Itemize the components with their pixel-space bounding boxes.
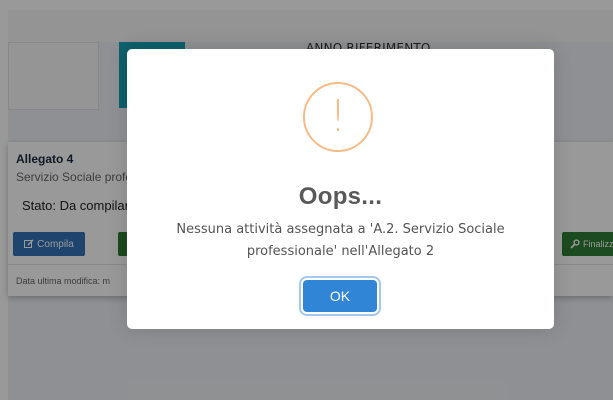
exclamation-icon: ! xyxy=(303,82,373,152)
alert-dialog: ! Oops... Nessuna attività assegnata a '… xyxy=(127,49,554,329)
dialog-title: Oops... xyxy=(298,183,383,210)
ok-button[interactable]: OK xyxy=(303,280,377,312)
dialog-message: Nessuna attività assegnata a 'A.2. Servi… xyxy=(176,222,505,259)
